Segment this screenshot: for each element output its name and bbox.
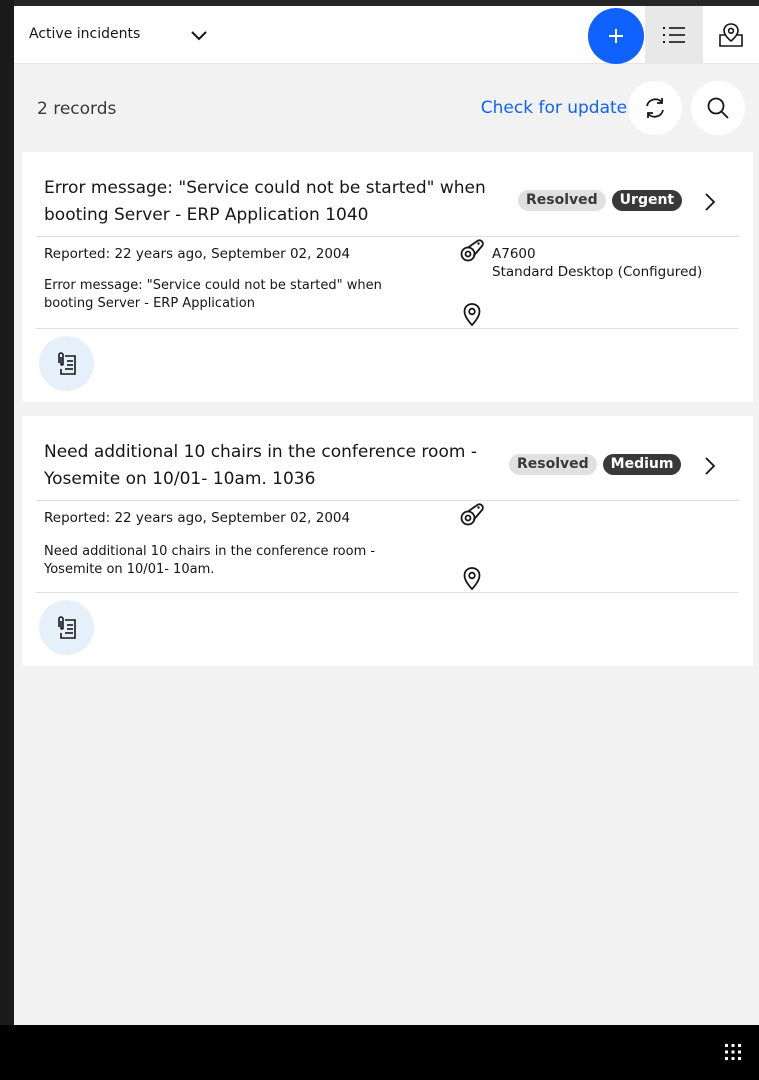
divider: [36, 328, 739, 329]
record-card[interactable]: Error message: "Service could not be sta…: [22, 152, 753, 402]
refresh-icon: [646, 98, 664, 118]
asset-info: A7600 Standard Desktop (Configured): [492, 245, 702, 281]
asset-id: A7600: [492, 246, 536, 262]
search-icon: [707, 97, 729, 119]
app-frame: Active incidents 2 records Check for upd…: [14, 6, 759, 1025]
map-view-button[interactable]: [703, 6, 759, 64]
asset-icon: [460, 503, 484, 526]
list-view-icon: [663, 27, 685, 43]
status-badge: Resolved: [509, 454, 597, 475]
attachments-button[interactable]: [39, 336, 94, 391]
chevron-right-icon[interactable]: [700, 190, 720, 214]
location-icon: [463, 303, 481, 327]
list-view-button[interactable]: [645, 6, 703, 64]
chevron-right-icon[interactable]: [700, 454, 720, 478]
asset-name: Standard Desktop (Configured): [492, 264, 703, 280]
asset-icon: [460, 239, 484, 262]
bottom-bar: [0, 1025, 759, 1080]
attachments-button[interactable]: [39, 600, 94, 655]
priority-badge: Urgent: [611, 190, 683, 211]
check-for-updates-link[interactable]: Check for updates: [481, 98, 636, 118]
query-filter-dropdown[interactable]: Active incidents: [14, 6, 224, 64]
location-icon: [463, 567, 481, 591]
app-switcher-grid-icon[interactable]: [724, 1043, 742, 1061]
attachment-document-icon: [57, 351, 76, 375]
header-bar: Active incidents: [14, 6, 759, 64]
left-border: [0, 0, 14, 1025]
refresh-button[interactable]: [628, 81, 682, 135]
chevron-down-icon: [191, 31, 207, 41]
record-description: Need additional 10 chairs in the confere…: [44, 544, 376, 577]
divider: [36, 592, 739, 593]
divider: [36, 500, 739, 501]
divider: [36, 236, 739, 237]
badge-group: Resolved Urgent: [518, 190, 683, 211]
search-button[interactable]: [691, 81, 745, 135]
records-count: 2 records: [37, 99, 117, 119]
query-filter-label: Active incidents: [29, 26, 141, 42]
record-description: Error message: "Service could not be sta…: [44, 278, 382, 311]
priority-badge: Medium: [602, 454, 682, 475]
record-card[interactable]: Need additional 10 chairs in the confere…: [22, 416, 753, 666]
record-title: Error message: "Service could not be sta…: [44, 178, 486, 225]
add-icon: [609, 29, 623, 43]
attachment-document-icon: [57, 615, 76, 639]
badge-group: Resolved Medium: [509, 454, 682, 475]
status-badge: Resolved: [518, 190, 606, 211]
add-button[interactable]: [588, 8, 644, 64]
record-title: Need additional 10 chairs in the confere…: [44, 442, 477, 489]
reported-date: Reported: 22 years ago, September 02, 20…: [44, 246, 351, 262]
reported-date: Reported: 22 years ago, September 02, 20…: [44, 510, 351, 526]
map-view-icon: [719, 23, 743, 47]
